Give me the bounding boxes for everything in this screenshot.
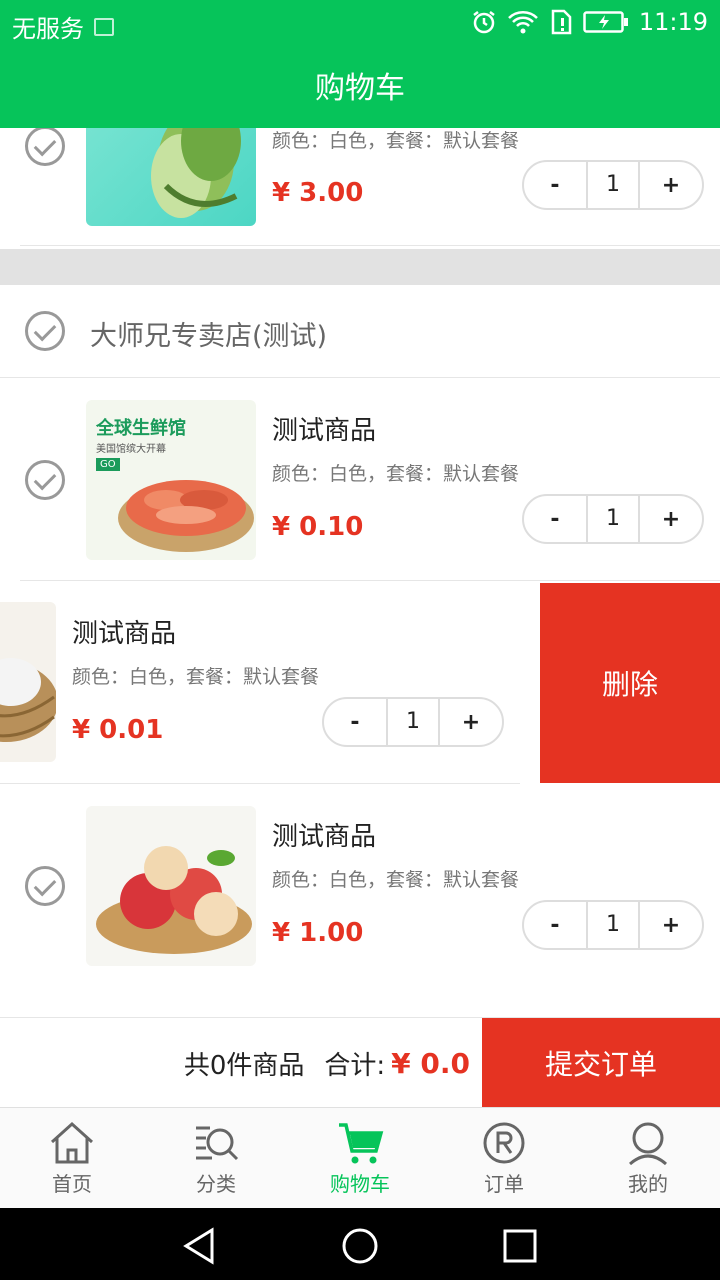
clock-text: 11:19: [638, 8, 708, 36]
decrease-button[interactable]: -: [524, 507, 586, 532]
category-search-icon: [196, 1126, 239, 1161]
system-nav-bar: [0, 1208, 720, 1280]
profile-icon: [629, 1122, 667, 1166]
section-gap: [0, 249, 720, 285]
thumbnail-go-badge: GO: [96, 458, 120, 471]
battery-icon: [583, 11, 628, 33]
delete-button[interactable]: 删除: [540, 583, 720, 783]
product-thumbnail[interactable]: [0, 602, 56, 762]
home-nav-icon[interactable]: [340, 1226, 380, 1266]
quantity-value[interactable]: 1: [586, 496, 640, 542]
divider: [0, 783, 520, 784]
quantity-stepper: - 1 +: [322, 697, 504, 747]
eggs-nest-image: [0, 658, 56, 742]
item-title[interactable]: 测试商品: [72, 613, 176, 650]
item-price: ¥ 0.01: [72, 715, 164, 745]
home-icon: [50, 1121, 94, 1164]
quantity-stepper: - 1 +: [522, 160, 704, 210]
cart-list[interactable]: 颜色：白色，套餐：默认套餐 ¥ 3.00 - 1 + 大师兄专卖店(测试) 全球…: [0, 128, 720, 1017]
quantity-stepper: - 1 +: [522, 900, 704, 950]
apples-image: [96, 846, 252, 954]
decrease-button[interactable]: -: [524, 913, 586, 938]
tab-profile[interactable]: 我的: [576, 1108, 720, 1208]
product-thumbnail[interactable]: 全球生鲜馆 美国馆缤大开幕 GO: [86, 400, 256, 560]
item-spec: 颜色：白色，套餐：默认套餐: [72, 666, 320, 688]
submit-order-button[interactable]: 提交订单: [482, 1018, 720, 1108]
checkout-bar: 共0件商品 合计: ¥ 0.0 提交订单: [0, 1017, 720, 1108]
bottom-tab-bar: 首页 分类 购物车 订单 我的: [0, 1107, 720, 1208]
quantity-stepper: - 1 +: [522, 494, 704, 544]
carrier-text: 无服务: [12, 15, 84, 43]
tab-label: 订单: [484, 1172, 524, 1196]
tab-orders[interactable]: 订单: [432, 1108, 576, 1208]
divider: [20, 245, 720, 246]
alarm-icon: [473, 11, 495, 34]
tab-label: 首页: [52, 1172, 92, 1196]
product-thumbnail[interactable]: [86, 128, 256, 226]
tab-home[interactable]: 首页: [0, 1108, 144, 1208]
back-icon[interactable]: [180, 1226, 220, 1266]
divider: [0, 377, 720, 378]
quantity-value[interactable]: 1: [386, 699, 440, 745]
item-price: ¥ 3.00: [272, 178, 364, 208]
order-icon: [483, 1122, 525, 1164]
status-bar: 无服务 11:19: [0, 0, 720, 50]
tab-cart[interactable]: 购物车: [288, 1108, 432, 1208]
item-spec: 颜色：白色，套餐：默认套餐: [272, 463, 520, 485]
title-bar: 购物车: [0, 50, 720, 128]
tab-label: 购物车: [330, 1172, 390, 1196]
image-notification-icon: [94, 17, 114, 36]
thumbnail-headline: 全球生鲜馆: [96, 418, 186, 439]
item-select-checkbox[interactable]: [25, 460, 65, 500]
store-name[interactable]: 大师兄专卖店(测试): [90, 314, 327, 353]
item-spec: 颜色：白色，套餐：默认套餐: [272, 869, 520, 891]
item-title[interactable]: 测试商品: [272, 410, 376, 447]
recents-icon[interactable]: [500, 1226, 540, 1266]
decrease-button[interactable]: -: [324, 710, 386, 735]
cart-icon: [339, 1123, 384, 1164]
increase-button[interactable]: +: [640, 913, 702, 938]
quantity-value[interactable]: 1: [586, 162, 640, 208]
tab-label: 分类: [196, 1172, 236, 1196]
order-summary: 共0件商品 合计: ¥ 0.0: [184, 1018, 470, 1108]
decrease-button[interactable]: -: [524, 173, 586, 198]
bok-choy-image: [151, 128, 241, 218]
item-title[interactable]: 测试商品: [272, 816, 376, 853]
thumbnail-subtext: 美国馆缤大开幕: [96, 444, 166, 455]
wifi-icon: [507, 11, 538, 34]
increase-button[interactable]: +: [640, 507, 702, 532]
total-label: 合计:: [324, 1050, 386, 1081]
sim-icon: [551, 9, 572, 35]
tab-category[interactable]: 分类: [144, 1108, 288, 1208]
item-price: ¥ 0.10: [272, 512, 364, 542]
product-thumbnail[interactable]: [86, 806, 256, 966]
increase-button[interactable]: +: [440, 710, 502, 735]
increase-button[interactable]: +: [640, 173, 702, 198]
item-count: 共0件商品: [183, 1050, 305, 1081]
page-title: 购物车: [315, 71, 405, 106]
item-price: ¥ 1.00: [272, 918, 364, 948]
total-value: ¥ 0.0: [391, 1046, 470, 1080]
item-select-checkbox[interactable]: [25, 128, 65, 166]
divider: [20, 580, 720, 581]
store-select-checkbox[interactable]: [25, 311, 65, 351]
item-select-checkbox[interactable]: [25, 866, 65, 906]
quantity-value[interactable]: 1: [586, 902, 640, 948]
item-spec: 颜色：白色，套餐：默认套餐: [272, 130, 520, 152]
tab-label: 我的: [628, 1172, 668, 1196]
